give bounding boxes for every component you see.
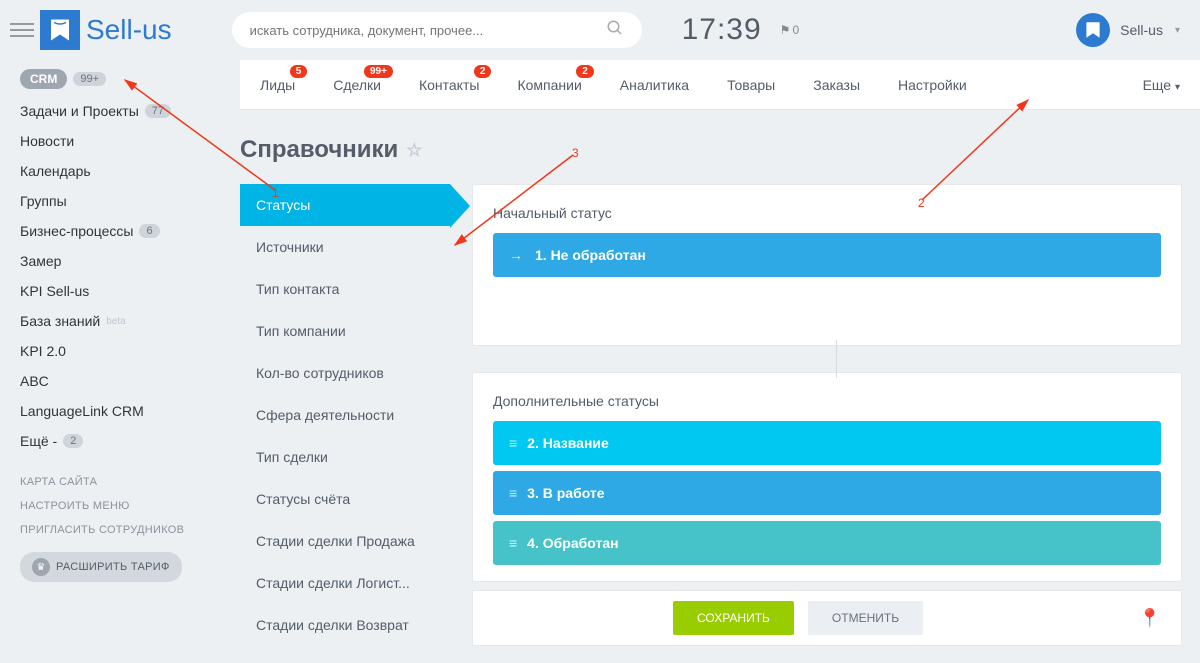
tab[interactable]: Контакты2 (419, 77, 479, 93)
panel-label: Начальный статус (493, 205, 1161, 221)
save-button[interactable]: СОХРАНИТЬ (673, 601, 794, 635)
sidebar-item[interactable]: Календарь (20, 156, 240, 186)
sidebar-item[interactable]: KPI Sell-us (20, 276, 240, 306)
logo[interactable]: Sell-us (40, 10, 172, 50)
settings-nav-item[interactable]: Статусы счёта (240, 478, 450, 520)
settings-nav-item[interactable]: Сфера деятельности (240, 394, 450, 436)
tab[interactable]: Компании2 (517, 77, 581, 93)
star-icon[interactable]: ☆ (406, 140, 422, 161)
tabs: Лиды5 Сделки99+ Контакты2 Компании2 Аналитик… (240, 60, 1200, 110)
clock: 17:39 (682, 13, 762, 47)
sidebar-tariff[interactable]: ♛РАСШИРИТЬ ТАРИФ (20, 542, 240, 588)
cancel-button[interactable]: ОТМЕНИТЬ (808, 601, 923, 635)
sidebar-item[interactable]: Бизнес-процессы6 (20, 216, 240, 246)
sidebar-footer-item[interactable]: КАРТА САЙТА (20, 470, 240, 494)
annotation-2: 2 (918, 196, 925, 210)
settings-nav-item[interactable]: Стадии сделки Возврат (240, 604, 450, 646)
settings-nav-item[interactable]: Тип сделки (240, 436, 450, 478)
arrow-right-icon: → (509, 247, 523, 263)
search-input[interactable] (250, 23, 606, 38)
settings-nav-item[interactable]: Кол-во сотрудников (240, 352, 450, 394)
tab[interactable]: Заказы (813, 77, 860, 93)
sidebar-item[interactable]: Задачи и Проекты77 (20, 96, 240, 126)
logo-text: Sell-us (86, 14, 172, 46)
settings-nav-item[interactable]: Источники (240, 226, 450, 268)
sidebar-item[interactable]: Новости (20, 126, 240, 156)
annotation-3: 3 (572, 146, 579, 160)
sidebar-item[interactable]: ABC (20, 366, 240, 396)
tab-badge: 2 (474, 65, 492, 78)
settings-nav-item[interactable]: Стадии сделки Логист... (240, 562, 450, 604)
annotation-1: 1 (272, 186, 279, 200)
tab-badge: 99+ (364, 65, 393, 78)
settings-nav-item[interactable]: Стадии сделки Продажа (240, 520, 450, 562)
drag-handle-icon[interactable]: ≡ (509, 485, 515, 501)
sidebar-item[interactable]: Группы (20, 186, 240, 216)
sidebar-item[interactable]: CRM99+ (20, 62, 240, 96)
panel-additional: Дополнительные статусы ≡2. Название ≡3. В… (472, 372, 1182, 582)
tab[interactable]: Аналитика (620, 77, 689, 93)
tab[interactable]: Лиды5 (260, 77, 295, 93)
search-icon[interactable] (606, 19, 624, 42)
sidebar-footer-item[interactable]: ПРИГЛАСИТЬ СОТРУДНИКОВ (20, 518, 240, 542)
search-box[interactable] (232, 12, 642, 48)
settings-nav: СтатусыИсточникиТип контактаТип компании… (240, 184, 450, 646)
sidebar-item[interactable]: База знанийbeta (20, 306, 240, 336)
panel-label: Дополнительные статусы (493, 393, 1161, 409)
drag-handle-icon[interactable]: ≡ (509, 535, 515, 551)
crown-icon: ♛ (32, 558, 50, 576)
hamburger-icon[interactable] (10, 23, 34, 37)
tab-badge: 5 (290, 65, 308, 78)
pin-icon[interactable]: 📍 (1139, 608, 1161, 629)
sidebar-item[interactable]: LanguageLink CRM (20, 396, 240, 426)
user-name: Sell-us (1120, 22, 1163, 38)
chevron-down-icon: ▾ (1175, 25, 1180, 36)
settings-nav-item[interactable]: Тип контакта (240, 268, 450, 310)
tab[interactable]: Настройки (898, 77, 967, 93)
status-row[interactable]: ≡4. Обработан (493, 521, 1161, 565)
sidebar-footer-item[interactable]: НАСТРОИТЬ МЕНЮ (20, 494, 240, 518)
page-title: Справочники ☆ (240, 136, 422, 164)
logo-icon (40, 10, 80, 50)
status-row-initial[interactable]: → 1. Не обработан (493, 233, 1161, 277)
status-row[interactable]: ≡2. Название (493, 421, 1161, 465)
panel-initial: Начальный статус → 1. Не обработан (472, 184, 1182, 346)
sidebar: CRM99+Задачи и Проекты77НовостиКалендарь… (0, 60, 240, 663)
drag-handle-icon[interactable]: ≡ (509, 435, 515, 451)
tab[interactable]: Сделки99+ (333, 77, 381, 93)
status-row[interactable]: ≡3. В работе (493, 471, 1161, 515)
avatar (1076, 13, 1110, 47)
tab[interactable]: Товары (727, 77, 775, 93)
settings-nav-item[interactable]: Тип компании (240, 310, 450, 352)
main: Лиды5 Сделки99+ Контакты2 Компании2 Аналитик… (240, 60, 1200, 663)
user-area[interactable]: Sell-us ▾ (1076, 13, 1180, 47)
sidebar-item[interactable]: Замер (20, 246, 240, 276)
top-bar: Sell-us 17:39 ⚑ 0 Sell-us ▾ (0, 0, 1200, 60)
action-bar: СОХРАНИТЬ ОТМЕНИТЬ 📍 (472, 590, 1182, 646)
sidebar-item[interactable]: Ещё -2 (20, 426, 240, 456)
flag-counter[interactable]: ⚑ 0 (780, 23, 799, 37)
tab-more[interactable]: Еще ▾ (1143, 77, 1180, 93)
sidebar-item[interactable]: KPI 2.0 (20, 336, 240, 366)
tab-badge: 2 (576, 65, 594, 78)
chevron-down-icon: ▾ (1175, 82, 1180, 93)
